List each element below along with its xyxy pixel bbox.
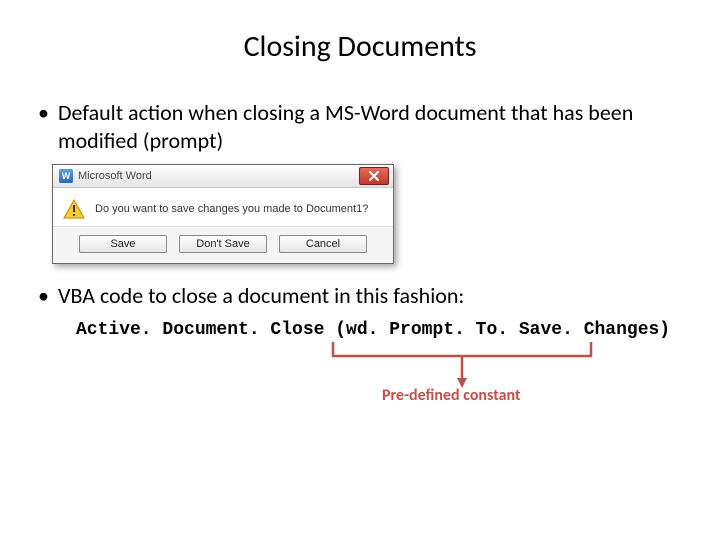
- dialog-close-button[interactable]: [359, 167, 389, 185]
- cancel-button[interactable]: Cancel: [279, 235, 367, 253]
- dialog-save-prompt: W Microsoft Word Do you want to save cha…: [52, 164, 394, 264]
- save-button[interactable]: Save: [79, 235, 167, 253]
- dialog-button-row: Save Don't Save Cancel: [53, 226, 393, 263]
- slide-title: Closing Documents: [30, 28, 690, 65]
- dialog-message: Do you want to save changes you made to …: [95, 203, 368, 215]
- code-line: Active. Document. Close (wd. Prompt. To.…: [76, 320, 690, 340]
- slide: Closing Documents Default action when cl…: [0, 0, 720, 540]
- close-icon: [368, 171, 380, 181]
- code-part-plain: Active. Document. Close: [76, 320, 335, 340]
- dialog-titlebar: W Microsoft Word: [53, 165, 393, 188]
- word-app-icon: W: [59, 169, 73, 183]
- dialog-app-name: Microsoft Word: [78, 170, 152, 182]
- warning-icon: [63, 198, 85, 220]
- dont-save-button[interactable]: Don't Save: [179, 235, 267, 253]
- callout-label: Pre-defined constant: [382, 386, 521, 405]
- bullet-item: Default action when closing a MS-Word do…: [36, 99, 690, 154]
- dialog-body: Do you want to save changes you made to …: [53, 188, 393, 226]
- bullet-list: VBA code to close a document in this fas…: [36, 282, 690, 310]
- code-part-argument: (wd. Prompt. To. Save. Changes): [335, 320, 670, 340]
- bullet-list: Default action when closing a MS-Word do…: [36, 99, 690, 154]
- callout-annotation: Pre-defined constant: [76, 340, 690, 420]
- bullet-item: VBA code to close a document in this fas…: [36, 282, 690, 310]
- dialog-app-title: W Microsoft Word: [59, 169, 152, 183]
